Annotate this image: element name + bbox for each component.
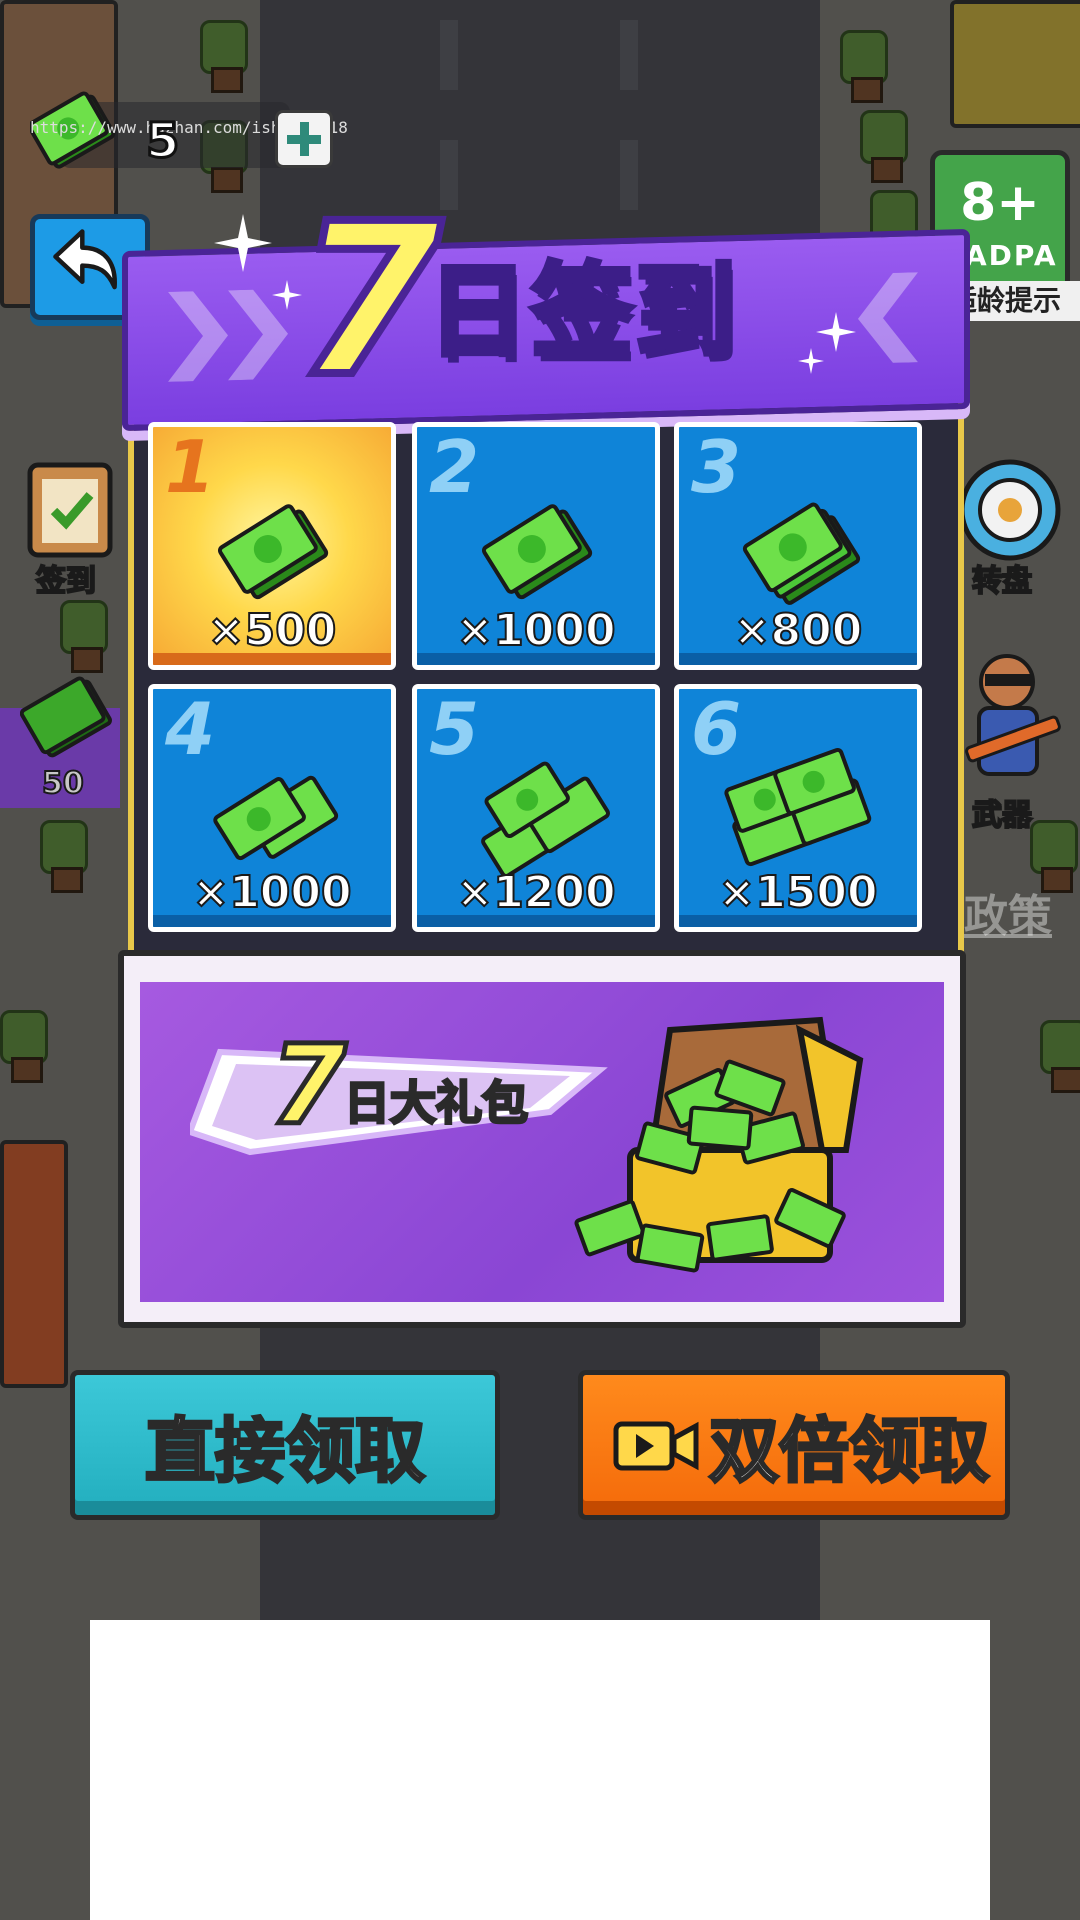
cash-stack-icon	[213, 775, 339, 861]
title-number: 7	[292, 178, 446, 423]
add-currency-button[interactable]	[275, 110, 333, 168]
day-card-4[interactable]: 4 ×1000	[148, 684, 396, 932]
sparkle-icon	[272, 280, 302, 310]
cash-stack-icon	[20, 676, 112, 758]
title-text: 日签到	[425, 253, 740, 370]
checkin-reward-count: 50	[41, 765, 85, 802]
cash-stack-icon	[724, 747, 872, 867]
day-card-5[interactable]: 5 ×1200	[412, 684, 660, 932]
day-reward-amount: ×1000	[455, 604, 616, 657]
currency-count: 5	[144, 112, 180, 171]
claim-button[interactable]: 直接领取	[70, 1370, 500, 1520]
checkin-label: 签到	[35, 563, 97, 600]
back-arrow-icon	[53, 229, 117, 290]
day-reward-amount: ×1500	[717, 866, 878, 919]
cash-stack-icon	[481, 504, 593, 600]
weapon-label: 武器	[971, 797, 1033, 834]
gift-number: 7	[268, 1021, 350, 1149]
cash-stack-icon	[217, 504, 329, 600]
weapon-character-icon[interactable]	[955, 650, 1065, 790]
day-reward-amount: ×500	[207, 604, 338, 657]
gift-title: 日大礼包	[343, 1076, 530, 1130]
age-rating-number: 8+	[960, 173, 1040, 233]
sparkle-icon	[798, 348, 824, 374]
day-card-2[interactable]: 2 ×1000	[412, 422, 660, 670]
sparkle-icon	[816, 312, 856, 352]
sparkle-icon	[214, 214, 272, 272]
ad-placeholder	[90, 1620, 990, 1920]
day-reward-amount: ×1200	[455, 866, 616, 919]
video-icon	[613, 1421, 699, 1471]
cash-stack-icon	[481, 761, 610, 877]
day-card-6[interactable]: 6 ×1500	[674, 684, 922, 932]
cash-stack-icon	[742, 502, 861, 605]
checkin-clipboard-icon[interactable]	[20, 455, 120, 565]
wheel-icon[interactable]	[955, 455, 1065, 565]
wheel-label: 转盘	[971, 563, 1033, 600]
day-reward-amount: ×800	[733, 604, 864, 657]
chevron-decoration-icon	[858, 272, 918, 363]
day-card-3[interactable]: 3 ×800	[674, 422, 922, 670]
day-reward-amount: ×1000	[191, 866, 352, 919]
day-card-1[interactable]: 1 ×500	[148, 422, 396, 670]
treasure-chest-icon	[574, 1016, 864, 1273]
